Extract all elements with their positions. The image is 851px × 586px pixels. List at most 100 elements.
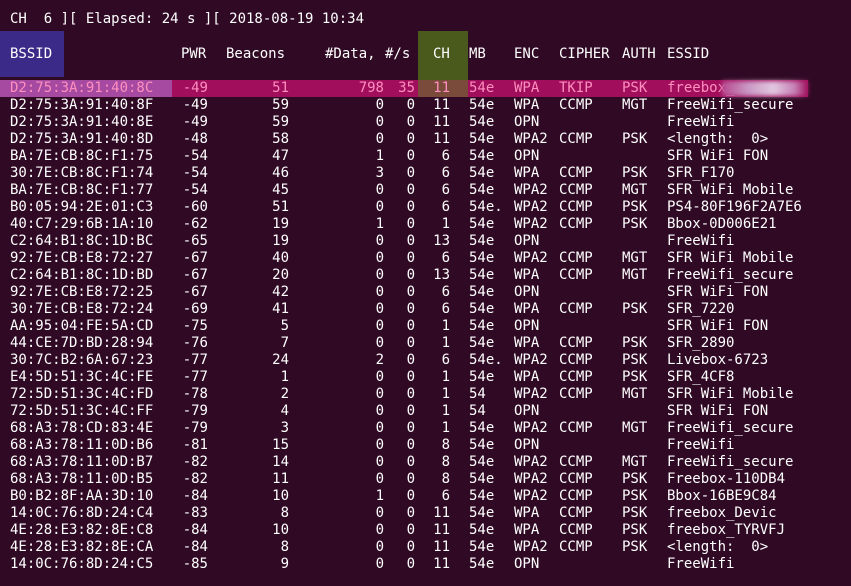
ch-cell: 6	[441, 165, 450, 181]
ch-cell: 11	[433, 97, 450, 113]
rate-cell: 0	[406, 148, 415, 164]
ch-cell: 6	[441, 284, 450, 300]
rate-cell: 0	[406, 420, 415, 436]
beacons-cell: 7	[280, 335, 289, 351]
rate-cell: 0	[406, 505, 415, 521]
enc-cell: WPA	[514, 80, 540, 96]
mb-cell: 54e	[469, 131, 495, 147]
auth-cell: MGT	[622, 420, 648, 436]
ch-cell: 11	[433, 114, 450, 130]
mb-cell: 54e	[469, 539, 495, 555]
auth-cell: PSK	[622, 539, 648, 555]
data-cell: 0	[375, 318, 384, 334]
network-row: D2:75:3A:91:40:8F -49 59 0 0 11 54e WPA CCMP MGT F…	[0, 97, 851, 114]
terminal-window[interactable]: CH 6 ][ Elapsed: 24 s ][ 2018-08-19 10:3…	[0, 0, 851, 586]
beacons-cell: 59	[272, 114, 289, 130]
enc-cell: WPA2	[514, 471, 548, 487]
pwr-cell: -60	[182, 199, 208, 215]
essid-cell: SFR WiFi FON	[667, 148, 769, 164]
network-row: BA:7E:CB:8C:F1:75 -54 47 1 0 6 54e OPN SFR WiFi …	[0, 148, 851, 165]
mb-cell: 54e	[469, 522, 495, 538]
header-enc: ENC	[514, 46, 540, 62]
cipher-cell: CCMP	[559, 267, 593, 283]
enc-cell: WPA	[514, 335, 540, 351]
pwr-cell: -75	[182, 318, 208, 334]
enc-cell: WPA	[514, 165, 540, 181]
auth-cell: PSK	[622, 522, 648, 538]
essid-cell: SFR WiFi Mobile	[667, 386, 794, 402]
mb-cell: 54e	[469, 250, 495, 266]
enc-cell: WPA2	[514, 131, 548, 147]
data-cell: 0	[375, 97, 384, 113]
essid-cell: freebox_TYRVFJ	[667, 522, 786, 538]
data-cell: 0	[375, 182, 384, 198]
network-row: D2:75:3A:91:40:8D -48 58 0 0 11 54e WPA2 CCMP PSK…	[0, 131, 851, 148]
auth-cell: PSK	[622, 352, 648, 368]
beacons-cell: 58	[272, 131, 289, 147]
essid-cell: <length: 0>	[667, 539, 769, 555]
data-cell: 798	[358, 80, 384, 96]
bssid-cell: D2:75:3A:91:40:8F	[10, 97, 154, 113]
rate-cell: 0	[406, 386, 415, 402]
mb-cell: 54e	[469, 488, 495, 504]
enc-cell: WPA	[514, 97, 540, 113]
pwr-cell: -82	[182, 471, 208, 487]
cipher-cell: CCMP	[559, 182, 593, 198]
network-row: 4E:28:E3:82:8E:CA -84 8 0 0 11 54e WPA2 CCMP PSK <…	[0, 539, 851, 556]
cipher-cell: CCMP	[559, 369, 593, 385]
enc-cell: WPA	[514, 522, 540, 538]
pwr-cell: -67	[182, 267, 208, 283]
essid-cell: FreeWifi	[667, 556, 735, 572]
rate-cell: 0	[406, 301, 415, 317]
pwr-cell: -84	[182, 539, 208, 555]
rate-cell: 0	[406, 488, 415, 504]
mb-cell: 54e	[469, 318, 495, 334]
bssid-cell: 30:7E:CB:E8:72:24	[10, 301, 154, 317]
beacons-cell: 10	[272, 522, 289, 538]
data-cell: 0	[375, 199, 384, 215]
pwr-cell: -84	[182, 522, 208, 538]
beacons-cell: 46	[272, 165, 289, 181]
pwr-cell: -79	[182, 420, 208, 436]
ch-cell: 13	[433, 267, 450, 283]
auth-cell: PSK	[622, 335, 648, 351]
pwr-cell: -65	[182, 233, 208, 249]
data-cell: 0	[375, 233, 384, 249]
ch-cell: 11	[433, 80, 450, 96]
rate-cell: 0	[406, 369, 415, 385]
header-cipher: CIPHER	[559, 46, 610, 62]
ch-cell: 6	[441, 250, 450, 266]
data-cell: 3	[375, 165, 384, 181]
header-bssid: BSSID	[10, 46, 53, 62]
cipher-cell: CCMP	[559, 386, 593, 402]
ch-cell: 13	[433, 233, 450, 249]
cipher-cell: CCMP	[559, 250, 593, 266]
auth-cell: PSK	[622, 165, 648, 181]
ch-cell: 11	[433, 131, 450, 147]
bssid-cell: 72:5D:51:3C:4C:FF	[10, 403, 154, 419]
header-rate: #/s	[385, 46, 411, 62]
bssid-cell: 72:5D:51:3C:4C:FD	[10, 386, 154, 402]
bssid-cell: BA:7E:CB:8C:F1:77	[10, 182, 154, 198]
auth-cell: PSK	[622, 369, 648, 385]
mb-cell: 54e	[469, 505, 495, 521]
mb-cell: 54e	[469, 165, 495, 181]
auth-cell: PSK	[622, 488, 648, 504]
auth-cell: MGT	[622, 267, 648, 283]
rate-cell: 0	[406, 318, 415, 334]
rate-cell: 0	[406, 522, 415, 538]
header-beacons: Beacons	[226, 46, 286, 62]
data-cell: 0	[375, 403, 384, 419]
data-cell: 0	[375, 131, 384, 147]
pwr-cell: -54	[182, 148, 208, 164]
ch-cell: 6	[441, 488, 450, 504]
rate-cell: 0	[406, 233, 415, 249]
essid-cell: PS4-80F196F2A7E6	[667, 199, 802, 215]
data-cell: 0	[375, 471, 384, 487]
header-mb: MB	[469, 46, 486, 62]
essid-cell: SFR_7220	[667, 301, 735, 317]
pwr-cell: -67	[182, 284, 208, 300]
beacons-cell: 4	[280, 403, 289, 419]
beacons-cell: 10	[272, 488, 289, 504]
essid-cell: freebox_Devic	[667, 505, 777, 521]
